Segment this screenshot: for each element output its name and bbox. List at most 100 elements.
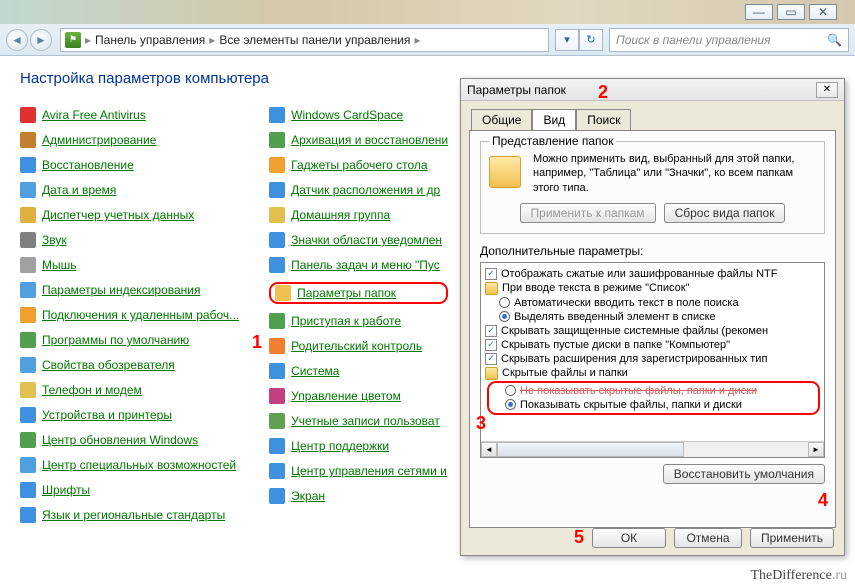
item-link[interactable]: Avira Free Antivirus <box>42 108 146 122</box>
item-link[interactable]: Центр специальных возможностей <box>42 458 236 472</box>
radio[interactable] <box>499 297 510 308</box>
control-panel-item[interactable]: Параметры папок <box>269 282 448 304</box>
control-panel-item[interactable]: Управление цветом <box>269 388 448 404</box>
control-panel-item[interactable]: Архивация и восстановлени <box>269 132 448 148</box>
radio-show-hidden[interactable] <box>505 399 516 410</box>
item-link[interactable]: Параметры папок <box>297 286 396 300</box>
control-panel-item[interactable]: Центр поддержки <box>269 438 448 454</box>
item-link[interactable]: Язык и региональные стандарты <box>42 508 225 522</box>
control-panel-item[interactable]: Звук <box>20 232 239 248</box>
item-link[interactable]: Подключения к удаленным рабоч... <box>42 308 239 322</box>
breadcrumb[interactable]: ⚑ ▸ Панель управления ▸ Все элементы пан… <box>60 28 549 52</box>
item-link[interactable]: Экран <box>291 489 325 503</box>
control-panel-item[interactable]: Центр управления сетями и <box>269 463 448 479</box>
item-link[interactable]: Диспетчер учетных данных <box>42 208 194 222</box>
item-link[interactable]: Свойства обозревателя <box>42 358 175 372</box>
control-panel-item[interactable]: Система <box>269 363 448 379</box>
item-link[interactable]: Windows CardSpace <box>291 108 403 122</box>
radio[interactable] <box>499 311 510 322</box>
control-panel-item[interactable]: Программы по умолчанию <box>20 332 239 348</box>
item-link[interactable]: Родительский контроль <box>291 339 422 353</box>
control-panel-item[interactable]: Центр специальных возможностей <box>20 457 239 473</box>
control-panel-item[interactable]: Экран <box>269 488 448 504</box>
item-link[interactable]: Центр поддержки <box>291 439 389 453</box>
item-link[interactable]: Мышь <box>42 258 77 272</box>
item-link[interactable]: Датчик расположения и др <box>291 183 440 197</box>
control-panel-item[interactable]: Подключения к удаленным рабоч... <box>20 307 239 323</box>
cancel-button[interactable]: Отмена <box>674 528 742 548</box>
reset-folders-button[interactable]: Сброс вида папок <box>664 203 786 223</box>
control-panel-item[interactable]: Родительский контроль <box>269 338 448 354</box>
tab-search[interactable]: Поиск <box>576 109 631 130</box>
control-panel-item[interactable]: Администрирование <box>20 132 239 148</box>
control-panel-item[interactable]: Устройства и принтеры <box>20 407 239 423</box>
close-button[interactable]: ✕ <box>809 4 837 20</box>
checkbox[interactable] <box>485 353 497 365</box>
scroll-right-button[interactable]: ► <box>808 442 824 457</box>
ok-button[interactable]: ОК <box>592 528 666 548</box>
item-link[interactable]: Параметры индексирования <box>42 283 200 297</box>
control-panel-item[interactable]: Домашняя группа <box>269 207 448 223</box>
radio-hide-hidden[interactable] <box>505 385 516 396</box>
advanced-params-tree[interactable]: Отображать сжатые или зашифрованные файл… <box>480 262 825 458</box>
dropdown-history-button[interactable]: ▾ <box>555 29 579 51</box>
control-panel-item[interactable]: Шрифты <box>20 482 239 498</box>
item-link[interactable]: Панель задач и меню "Пус <box>291 258 440 272</box>
control-panel-item[interactable]: Значки области уведомлен <box>269 232 448 248</box>
breadcrumb-seg-1[interactable]: Панель управления <box>95 33 205 47</box>
item-link[interactable]: Восстановление <box>42 158 134 172</box>
dialog-title-bar[interactable]: Параметры папок ✕ <box>461 79 844 101</box>
search-input[interactable]: Поиск в панели управления 🔍 <box>609 28 849 52</box>
checkbox[interactable] <box>485 325 497 337</box>
control-panel-item[interactable]: Учетные записи пользоват <box>269 413 448 429</box>
restore-defaults-button[interactable]: Восстановить умолчания <box>663 464 825 484</box>
forward-button[interactable]: ► <box>30 29 52 51</box>
control-panel-item[interactable]: Мышь <box>20 257 239 273</box>
item-link[interactable]: Система <box>291 364 339 378</box>
dialog-close-button[interactable]: ✕ <box>816 82 838 98</box>
item-link[interactable]: Программы по умолчанию <box>42 333 189 347</box>
apply-button[interactable]: Применить <box>750 528 834 548</box>
control-panel-item[interactable]: Восстановление <box>20 157 239 173</box>
scroll-thumb[interactable] <box>497 442 684 457</box>
apply-to-folders-button[interactable]: Применить к папкам <box>520 203 656 223</box>
tab-general[interactable]: Общие <box>471 109 532 130</box>
item-link[interactable]: Центр управления сетями и <box>291 464 447 478</box>
item-link[interactable]: Архивация и восстановлени <box>291 133 448 147</box>
item-link[interactable]: Шрифты <box>42 483 90 497</box>
item-link[interactable]: Звук <box>42 233 67 247</box>
control-panel-item[interactable]: Windows CardSpace <box>269 107 448 123</box>
control-panel-item[interactable]: Панель задач и меню "Пус <box>269 257 448 273</box>
item-link[interactable]: Управление цветом <box>291 389 401 403</box>
control-panel-item[interactable]: Свойства обозревателя <box>20 357 239 373</box>
item-link[interactable]: Приступая к работе <box>291 314 401 328</box>
item-link[interactable]: Гаджеты рабочего стола <box>291 158 427 172</box>
control-panel-item[interactable]: Диспетчер учетных данных <box>20 207 239 223</box>
back-button[interactable]: ◄ <box>6 29 28 51</box>
refresh-button[interactable]: ↻ <box>579 29 603 51</box>
tab-view[interactable]: Вид <box>532 109 576 130</box>
control-panel-item[interactable]: Центр обновления Windows <box>20 432 239 448</box>
control-panel-item[interactable]: Гаджеты рабочего стола <box>269 157 448 173</box>
horizontal-scrollbar[interactable]: ◄ ► <box>481 441 824 457</box>
control-panel-item[interactable]: Приступая к работе <box>269 313 448 329</box>
item-link[interactable]: Дата и время <box>42 183 116 197</box>
control-panel-item[interactable]: Параметры индексирования <box>20 282 239 298</box>
maximize-button[interactable]: ▭ <box>777 4 805 20</box>
item-link[interactable]: Администрирование <box>42 133 156 147</box>
minimize-button[interactable]: — <box>745 4 773 20</box>
item-link[interactable]: Телефон и модем <box>42 383 142 397</box>
control-panel-item[interactable]: Дата и время <box>20 182 239 198</box>
checkbox[interactable] <box>485 339 497 351</box>
control-panel-item[interactable]: Телефон и модем <box>20 382 239 398</box>
checkbox[interactable] <box>485 268 497 280</box>
item-link[interactable]: Значки области уведомлен <box>291 233 442 247</box>
breadcrumb-seg-2[interactable]: Все элементы панели управления <box>219 33 410 47</box>
scroll-left-button[interactable]: ◄ <box>481 442 497 457</box>
control-panel-item[interactable]: Язык и региональные стандарты <box>20 507 239 523</box>
item-link[interactable]: Домашняя группа <box>291 208 390 222</box>
control-panel-item[interactable]: Avira Free Antivirus <box>20 107 239 123</box>
control-panel-item[interactable]: Датчик расположения и др <box>269 182 448 198</box>
item-link[interactable]: Центр обновления Windows <box>42 433 198 447</box>
item-link[interactable]: Учетные записи пользоват <box>291 414 440 428</box>
